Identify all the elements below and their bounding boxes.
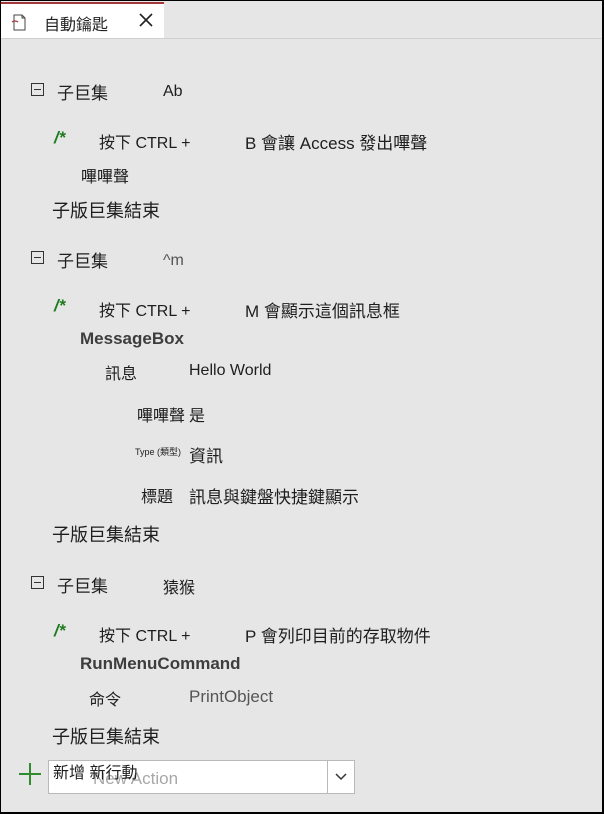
document-tab-strip: 自動鑰匙	[1, 1, 602, 39]
argument-label: Type (類型)	[135, 447, 182, 457]
comment-marker: /*	[54, 621, 66, 640]
argument-value[interactable]: 資訊	[189, 442, 223, 467]
action-beep[interactable]: 嗶嗶聲	[81, 163, 129, 187]
submacro-name[interactable]: ^m	[163, 252, 184, 270]
comment-marker: /*	[54, 296, 66, 315]
dropdown-button[interactable]	[327, 761, 354, 793]
action-messagebox[interactable]: MessageBox	[80, 329, 184, 349]
collapse-submacro-2-button[interactable]	[31, 251, 44, 264]
comment-text[interactable]: M 會顯示這個訊息框	[245, 297, 400, 322]
argument-label: 訊息	[105, 366, 138, 383]
argument-value[interactable]: Hello World	[189, 362, 271, 380]
chevron-down-icon	[335, 773, 347, 781]
collapse-submacro-1-button[interactable]	[31, 83, 44, 96]
argument-value[interactable]: 是	[189, 402, 205, 426]
comment-marker: /*	[54, 128, 66, 147]
argument-label: 標題	[141, 489, 174, 506]
submacro-name[interactable]: 猿猴	[163, 574, 195, 598]
end-submacro-label: 子版巨集結束	[52, 525, 160, 545]
action-runmenucommand[interactable]: RunMenuCommand	[80, 654, 241, 674]
argument-label: 命令	[89, 692, 122, 709]
submacro-keyword: 子巨集	[57, 577, 108, 596]
plus-icon[interactable]	[18, 762, 42, 786]
comment-key[interactable]: 按下 CTRL +	[99, 622, 190, 646]
end-submacro-label: 子版巨集結束	[52, 201, 160, 221]
submacro-name[interactable]: Ab	[163, 83, 183, 101]
comment-text[interactable]: B 會讓 Access 發出嗶聲	[245, 129, 427, 154]
end-submacro-label: 子版巨集結束	[52, 727, 160, 747]
comment-text[interactable]: P 會列印目前的存取物件	[245, 622, 431, 647]
submacro-keyword: 子巨集	[57, 252, 108, 271]
macro-document-icon	[11, 14, 26, 31]
close-icon[interactable]	[136, 10, 156, 30]
collapse-submacro-3-button[interactable]	[31, 576, 44, 589]
argument-label: 嗶嗶聲	[137, 408, 186, 425]
comment-key[interactable]: 按下 CTRL +	[99, 129, 190, 153]
submacro-keyword: 子巨集	[57, 84, 108, 103]
add-new-action-label: 新增 新行動	[53, 765, 138, 782]
comment-key[interactable]: 按下 CTRL +	[99, 297, 190, 321]
macro-designer-window: 自動鑰匙 子巨集 Ab /* 按下 CTRL + B 會讓 Access 發出嗶…	[1, 1, 602, 812]
argument-value[interactable]: 訊息與鍵盤快捷鍵顯示	[189, 483, 359, 508]
argument-value[interactable]: PrintObject	[189, 687, 273, 707]
tab-auto-keys[interactable]: 自動鑰匙	[1, 2, 164, 38]
tab-title: 自動鑰匙	[44, 17, 109, 34]
